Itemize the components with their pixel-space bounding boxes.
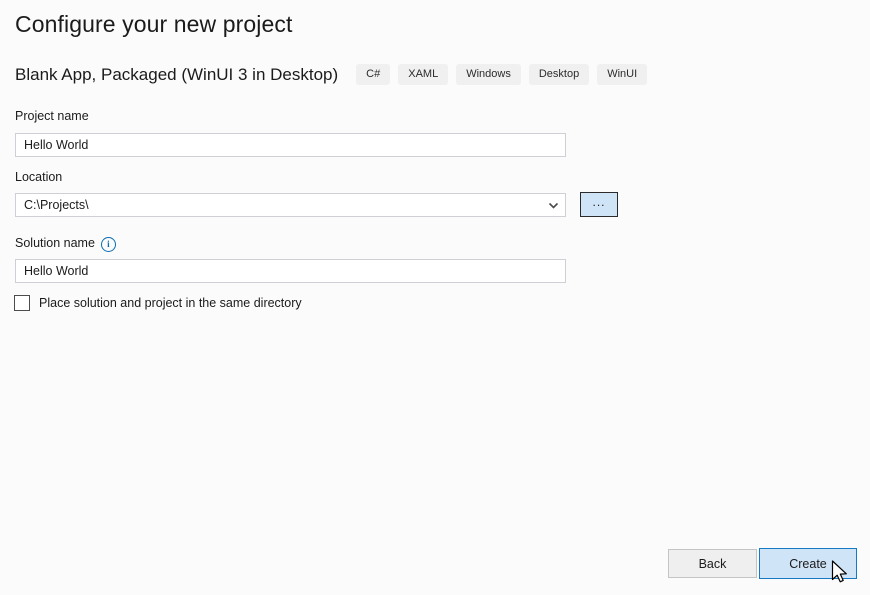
tag-language: C# bbox=[356, 64, 390, 85]
location-combobox[interactable]: C:\Projects\ bbox=[15, 193, 566, 217]
location-value: C:\Projects\ bbox=[24, 199, 89, 212]
tag-markup: XAML bbox=[398, 64, 448, 85]
tag-list: C# XAML Windows Desktop WinUI bbox=[356, 64, 655, 85]
same-directory-label: Place solution and project in the same d… bbox=[39, 296, 302, 310]
solution-name-value: Hello World bbox=[24, 265, 88, 278]
tag-framework: WinUI bbox=[597, 64, 647, 85]
template-summary: Blank App, Packaged (WinUI 3 in Desktop)… bbox=[15, 64, 655, 85]
tag-project-type: Desktop bbox=[529, 64, 589, 85]
solution-name-label: Solution name bbox=[15, 236, 95, 250]
solution-name-label-row: Solution name i bbox=[15, 235, 116, 250]
project-name-label: Project name bbox=[15, 109, 89, 123]
project-name-input[interactable]: Hello World bbox=[15, 133, 566, 157]
back-button[interactable]: Back bbox=[668, 549, 757, 578]
same-directory-checkbox-row[interactable]: Place solution and project in the same d… bbox=[14, 295, 302, 311]
location-label: Location bbox=[15, 170, 62, 184]
browse-location-button[interactable]: ... bbox=[580, 192, 618, 217]
template-name: Blank App, Packaged (WinUI 3 in Desktop) bbox=[15, 65, 338, 85]
tag-platform: Windows bbox=[456, 64, 521, 85]
ellipsis-icon: ... bbox=[592, 195, 605, 209]
same-directory-checkbox[interactable] bbox=[14, 295, 30, 311]
chevron-down-icon[interactable] bbox=[549, 201, 558, 210]
solution-name-input[interactable]: Hello World bbox=[15, 259, 566, 283]
configure-project-dialog: Configure your new project Blank App, Pa… bbox=[0, 0, 870, 595]
page-title: Configure your new project bbox=[15, 11, 292, 38]
create-button[interactable]: Create bbox=[759, 548, 857, 579]
project-name-value: Hello World bbox=[24, 139, 88, 152]
info-icon[interactable]: i bbox=[101, 237, 116, 252]
